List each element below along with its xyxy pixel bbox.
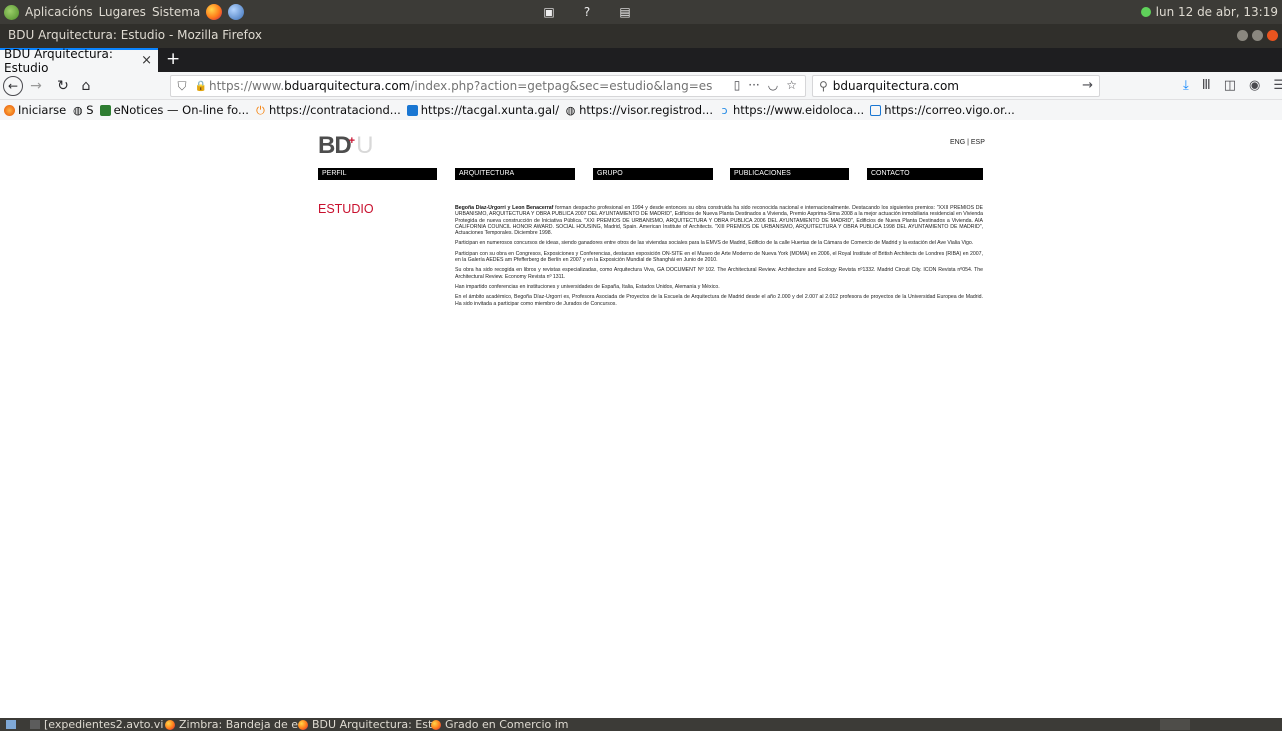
clock[interactable]: lun 12 de abr, 13:19 [1140,0,1278,24]
firefox-launcher-icon[interactable] [206,4,223,20]
menu-contacto[interactable]: CONTACTO [867,168,983,180]
maximize-button[interactable] [1252,30,1263,41]
language-switch[interactable]: ENG | ESP [950,139,985,146]
bookmarks-toolbar: Iniciarse ◍ S eNotices — On-line fo... ⏻ h… [0,100,1282,120]
enotices-icon [99,104,111,116]
tracking-shield-icon[interactable]: ⛉ [171,79,193,94]
paragraph-conferences: Han impartido conferencias en institucio… [455,283,720,290]
network-icon[interactable] [1140,7,1151,17]
account-icon[interactable]: ◉ [1249,78,1260,93]
clock-text[interactable]: lun 12 de abr, 13:19 [1156,5,1278,19]
nav-toolbar: ← → ↻ ⌂ ⛉ 🔒 https://www. bduarquitectura.… [0,72,1282,100]
desktop-icon [6,720,16,729]
tab-label: BDU Arquitectura: Estudio [4,47,113,75]
paragraph-awards: Begoña Díaz-Urgorri y Leon Benacerraf fo… [455,205,984,237]
close-window-button[interactable] [1267,30,1278,41]
bookmark-tacgal[interactable]: https://tacgal.xunta.gal/ [406,103,559,117]
library-icon[interactable]: Ⅲ [1202,78,1211,93]
minimize-button[interactable] [1237,30,1248,41]
firefox-icon [165,719,175,730]
bookmark-star-icon[interactable]: ☆ [786,78,797,92]
menu-hamburger-icon[interactable]: ☰ [1273,78,1282,93]
tab-close-icon[interactable]: × [141,53,152,68]
mail-icon [870,104,882,116]
downloads-icon[interactable]: ⤓ [1183,78,1189,93]
os-taskbar: [expedientes2.avto.vi Zimbra: Bandeja de… [0,718,1282,731]
window-title: BDU Arquitectura: Estudio - Mozilla Fire… [8,28,262,42]
bookmark-enotices[interactable]: eNotices — On-line fo... [99,103,249,117]
web-page: BD+U ENG | ESP PERFIL ARQUITECTURA GRUPO… [0,120,1282,718]
url-path: /index.php?action=getpag&sec=estudio&lan… [410,79,713,93]
eidoloca-icon: ↄ [721,103,728,117]
menu-perfil[interactable]: PERFIL [318,168,437,180]
paragraph-publications: Su obra ha sido recogida en libros y rev… [455,267,983,280]
xunta-icon [406,104,418,116]
globe-icon: ◍ [72,103,83,117]
bookmark-iniciarse[interactable]: Iniciarse [4,103,66,117]
pocket-icon[interactable]: ◡ [768,78,778,92]
globe-icon: ◍ [565,103,576,117]
reload-button[interactable]: ↻ [55,76,71,96]
menu-places[interactable]: Lugares [99,5,146,19]
logo-u: U [356,132,373,159]
studio-text: Begoña Díaz-Urgorri y Leon Benacerraf fo… [455,205,983,311]
workspace-switcher[interactable] [1160,719,1190,730]
power-icon: ⏻ [256,103,265,117]
paragraph-academic: En el ámbito académico, Begoña Díaz-Urgo… [455,294,983,307]
menu-arquitectura[interactable]: ARQUITECTURA [455,168,575,180]
menu-grupo[interactable]: GRUPO [593,168,713,180]
window-controls [1237,30,1278,41]
paragraph-competitions: Participan en numerosos concursos de ide… [455,240,974,247]
terminal-icon [30,720,40,729]
bookmark-eidoloca[interactable]: ↄ https://www.eidoloca... [719,103,864,117]
logo-plus-mark: + [348,135,356,147]
paragraph-exhibitions: Participan con su obra en Congresos, Exp… [455,250,983,264]
gnome-foot-icon [4,4,19,20]
firefox-icon [298,719,308,730]
new-tab-button[interactable]: + [166,48,180,70]
search-input[interactable]: bduarquitectura.com [833,79,959,93]
os-top-panel: Aplicacións Lugares Sistema ▣ ? ▤ lun 12… [0,0,1282,24]
reader-view-icon[interactable]: ▯ [734,78,741,92]
url-domain: bduarquitectura.com [284,79,411,93]
toolbar-icons: ⤓ Ⅲ ◫ ◉ ☰ [1183,78,1282,93]
taskbar-item-expedientes[interactable]: [expedientes2.avto.vi [30,718,163,731]
taskbar-item-bdu[interactable]: BDU Arquitectura: Est [298,718,432,731]
bookmark-correo[interactable]: https://correo.vigo.or... [870,103,1015,117]
url-prefix: https://www. [209,79,285,93]
os-menus: Aplicacións Lugares Sistema [4,0,245,24]
taskbar-item-zimbra[interactable]: Zimbra: Bandeja de en [165,718,305,731]
firefox-icon [431,719,441,730]
back-button[interactable]: ← [3,76,23,96]
browser-launcher-icon[interactable] [228,4,245,20]
lock-icon[interactable]: 🔒 [193,81,209,92]
home-button[interactable]: ⌂ [78,76,94,96]
bookmark-visor[interactable]: ◍ https://visor.registrod... [565,103,713,117]
taskbar-item-grado[interactable]: Grado en Comercio im [431,718,569,731]
menu-applications[interactable]: Aplicacións [25,5,93,19]
search-icon: ⚲ [819,79,828,93]
printer-icon[interactable]: ▤ [616,3,634,21]
forward-button[interactable]: → [28,76,44,96]
url-actions: ▯ ··· ◡ ☆ [734,78,797,92]
bookmark-s[interactable]: ◍ S [72,103,94,117]
site-logo[interactable]: BD+U [318,132,373,160]
url-bar[interactable]: ⛉ 🔒 https://www. bduarquitectura.com/inde… [170,75,806,97]
screenshot-icon[interactable]: ▣ [540,3,558,21]
show-desktop-button[interactable] [6,718,16,731]
page-actions-button[interactable]: ··· [748,78,759,92]
menu-system[interactable]: Sistema [152,5,200,19]
bookmark-contratacion[interactable]: ⏻ https://contrataciond... [255,103,401,117]
search-bar[interactable]: ⚲ bduarquitectura.com → [812,75,1100,97]
sidebar-icon[interactable]: ◫ [1224,78,1236,93]
search-go-icon[interactable]: → [1082,78,1093,93]
panel-center-tray: ▣ ? ▤ [540,3,634,21]
tab-strip: BDU Arquitectura: Estudio × + [0,47,1282,75]
help-icon[interactable]: ? [578,3,596,21]
firefox-icon [4,104,15,116]
section-title: ESTUDIO [318,202,374,216]
window-titlebar[interactable]: BDU Arquitectura: Estudio - Mozilla Fire… [0,24,1282,48]
menu-publicaciones[interactable]: PUBLICACIONES [730,168,849,180]
tab-bdu-estudio[interactable]: BDU Arquitectura: Estudio × [0,47,158,75]
